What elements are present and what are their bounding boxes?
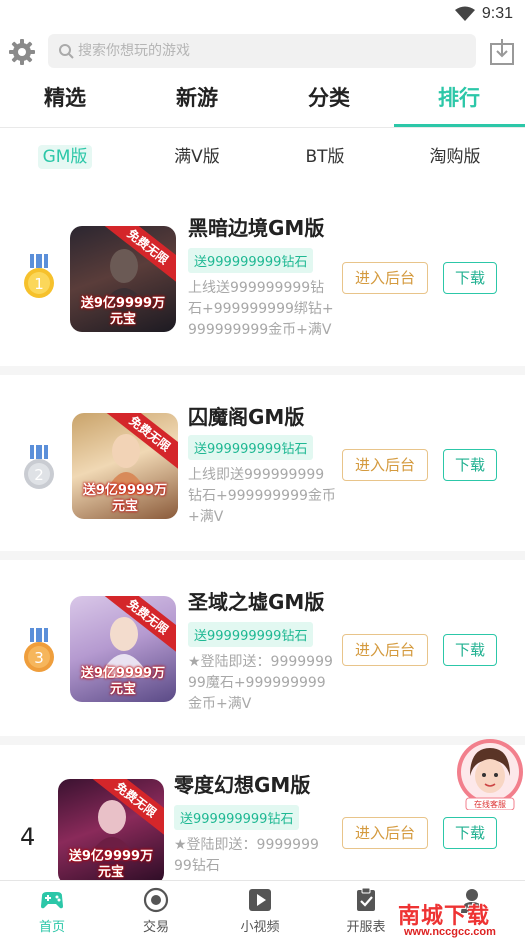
wifi-icon bbox=[455, 6, 475, 21]
silver-medal-icon: 2 bbox=[24, 445, 54, 489]
game-thumbnail[interactable]: 免费无限 送9亿9999万 元宝 bbox=[58, 779, 164, 885]
tab-new-games[interactable]: 新游 bbox=[132, 82, 262, 112]
thumbnail-promo: 送9亿9999万 元宝 bbox=[80, 666, 166, 697]
game-description: ★登陆即送：999999999钻石 bbox=[174, 837, 319, 874]
online-service-label: 在线客服 bbox=[474, 800, 506, 809]
main-tabs: 精选 新游 分类 排行 bbox=[0, 78, 525, 128]
download-button[interactable]: 下载 bbox=[443, 817, 497, 849]
gamepad-icon bbox=[41, 892, 63, 909]
game-title[interactable]: 圣域之墟GM版 bbox=[188, 586, 324, 615]
online-service-button[interactable]: 在线客服 bbox=[456, 738, 524, 811]
clipboard-check-icon bbox=[357, 887, 375, 911]
rank-number: 4 bbox=[20, 823, 36, 851]
search-input[interactable] bbox=[78, 34, 458, 68]
game-description: ★登陆即送：999999999魔石+999999999金币+满V bbox=[188, 654, 333, 712]
game-title[interactable]: 囚魔阁GM版 bbox=[188, 401, 304, 430]
subtab-gm-label: GM版 bbox=[37, 145, 93, 169]
gold-medal-icon: 1 bbox=[24, 254, 54, 298]
svg-text:1: 1 bbox=[34, 275, 44, 293]
game-thumbnail[interactable]: 免费无限 送9亿9999万 元宝 bbox=[70, 226, 176, 332]
nav-trade[interactable]: 交易 bbox=[116, 887, 196, 935]
download-button[interactable]: 下载 bbox=[443, 262, 497, 294]
game-row[interactable]: 4 免费无限 送9亿9999万 元宝 零度幻想GM版 送999999999钻石 ★… bbox=[0, 745, 525, 885]
subtab-taogou[interactable]: 淘购版 bbox=[400, 142, 510, 167]
subtab-gm[interactable]: GM版 bbox=[10, 142, 120, 169]
game-thumbnail[interactable]: 免费无限 送9亿9999万 元宝 bbox=[70, 596, 176, 702]
nav-trade-label: 交易 bbox=[142, 920, 169, 935]
bonus-tag: 送999999999钻石 bbox=[188, 622, 314, 647]
bronze-medal-icon: 3 bbox=[24, 628, 54, 672]
thumbnail-promo: 送9亿9999万 元宝 bbox=[80, 296, 166, 327]
enter-admin-button[interactable]: 进入后台 bbox=[342, 449, 428, 481]
game-title[interactable]: 黑暗边境GM版 bbox=[188, 212, 324, 241]
status-time: 9:31 bbox=[481, 5, 513, 22]
watermark-url: www.nccgcc.com bbox=[404, 926, 496, 938]
sub-tabs: GM版 满V版 BT版 淘购版 bbox=[0, 138, 525, 174]
tab-categories[interactable]: 分类 bbox=[264, 82, 394, 112]
svg-text:2: 2 bbox=[34, 466, 44, 484]
nav-short-video-label: 小视频 bbox=[240, 920, 280, 935]
thumbnail-promo: 送9亿9999万 元宝 bbox=[82, 483, 168, 514]
tab-ranking[interactable]: 排行 bbox=[394, 82, 524, 112]
bonus-tag: 送999999999钻石 bbox=[188, 435, 314, 460]
gear-icon[interactable] bbox=[8, 38, 36, 66]
enter-admin-button[interactable]: 进入后台 bbox=[342, 634, 428, 666]
game-row[interactable]: 3 免费无限 送9亿9999万 元宝 圣域之墟GM版 送999999999钻石 ★… bbox=[0, 560, 525, 745]
download-manager-icon[interactable] bbox=[489, 38, 515, 66]
status-bar: 9:31 bbox=[0, 0, 525, 30]
bonus-tag: 送999999999钻石 bbox=[174, 805, 300, 830]
svg-text:3: 3 bbox=[34, 649, 44, 667]
nav-short-video[interactable]: 小视频 bbox=[220, 887, 300, 935]
search-icon bbox=[59, 44, 74, 59]
bonus-tag: 送999999999钻石 bbox=[188, 248, 314, 273]
game-row[interactable]: 2 免费无限 送9亿9999万 元宝 囚魔阁GM版 送999999999钻石 上线… bbox=[0, 375, 525, 560]
enter-admin-button[interactable]: 进入后台 bbox=[342, 817, 428, 849]
app-screen: 9:31 精选 新游 分类 排行 bbox=[0, 0, 525, 942]
game-thumbnail[interactable]: 免费无限 送9亿9999万 元宝 bbox=[72, 413, 178, 519]
nav-home[interactable]: 首页 bbox=[12, 887, 92, 935]
game-title[interactable]: 零度幻想GM版 bbox=[174, 769, 310, 798]
tab-featured[interactable]: 精选 bbox=[0, 82, 130, 112]
site-watermark: 南城下载 www.nccgcc.com bbox=[392, 898, 522, 942]
coin-icon bbox=[143, 887, 169, 913]
subtab-max-vip[interactable]: 满V版 bbox=[142, 142, 252, 167]
download-button[interactable]: 下载 bbox=[443, 449, 497, 481]
game-description: 上线即送999999999钻石+999999999金币+满V bbox=[188, 467, 336, 525]
game-row[interactable]: 1 免费无限 送9亿9999万 元宝 黑暗边境GM版 送999999999钻石 上… bbox=[0, 182, 525, 375]
download-button[interactable]: 下载 bbox=[443, 634, 497, 666]
play-icon bbox=[249, 889, 271, 911]
nav-server-schedule-label: 开服表 bbox=[346, 920, 386, 935]
enter-admin-button[interactable]: 进入后台 bbox=[342, 262, 428, 294]
game-description: 上线送999999999钻石+999999999绑钻+999999999金币+满… bbox=[188, 280, 334, 338]
nav-home-label: 首页 bbox=[38, 920, 65, 935]
subtab-bt[interactable]: BT版 bbox=[270, 142, 380, 167]
search-bar[interactable] bbox=[48, 34, 476, 68]
active-tab-indicator bbox=[394, 124, 525, 127]
thumbnail-promo: 送9亿9999万 元宝 bbox=[68, 849, 154, 880]
